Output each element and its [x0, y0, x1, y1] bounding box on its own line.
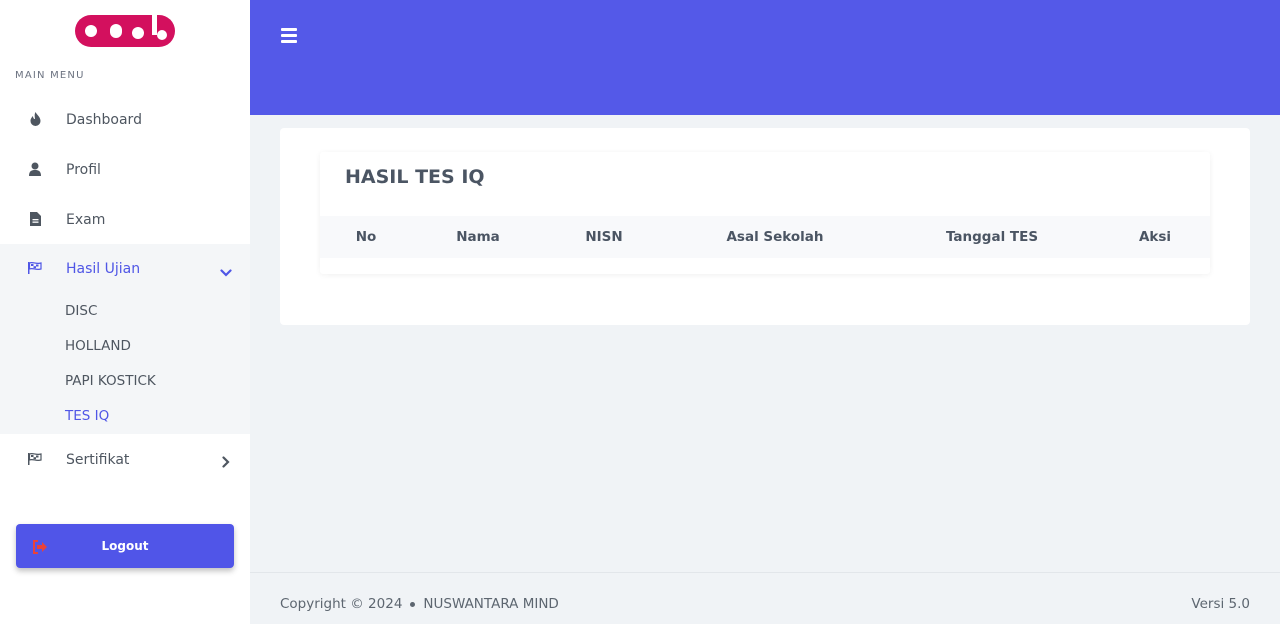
sidebar-item-label: Hasil Ujian: [66, 261, 141, 277]
column-header-no[interactable]: No: [356, 229, 377, 245]
submenu-item-holland[interactable]: HOLLAND: [65, 338, 131, 354]
footer-copyright: Copyright © 2024 NUSWANTARA MIND: [280, 596, 559, 612]
submenu-item-disc[interactable]: DISC: [65, 303, 97, 319]
column-header-nama[interactable]: Nama: [456, 229, 500, 245]
separator-dot: [410, 601, 416, 607]
page-title: HASIL TES IQ: [345, 166, 485, 188]
hamburger-menu-icon[interactable]: [281, 28, 297, 43]
logout-label: Logout: [101, 539, 149, 553]
company-name: NUSWANTARA MIND: [423, 596, 559, 612]
sidebar-item-dashboard[interactable]: Dashboard: [0, 95, 250, 145]
sidebar-item-label: Dashboard: [66, 112, 142, 128]
sidebar-item-sertifikat[interactable]: Sertifikat: [0, 435, 250, 485]
file-icon: [28, 211, 42, 227]
flag-checkered-icon: [28, 260, 42, 276]
submenu-item-tes-iq[interactable]: TES IQ: [65, 408, 109, 424]
odas-logo[interactable]: [74, 13, 176, 49]
submenu-item-papi-kostick[interactable]: PAPI KOSTICK: [65, 373, 156, 389]
logout-button[interactable]: Logout: [16, 524, 234, 568]
column-header-asal-sekolah[interactable]: Asal Sekolah: [726, 229, 823, 245]
chevron-down-icon: [220, 262, 232, 277]
sidebar-item-label: Exam: [66, 212, 106, 228]
top-header: [250, 0, 1280, 115]
sidebar-item-label: Profil: [66, 162, 101, 178]
table-header: No Nama NISN Asal Sekolah Tanggal TES Ak…: [320, 216, 1210, 258]
column-header-nisn[interactable]: NISN: [585, 229, 622, 245]
sidebar-item-profil[interactable]: Profil: [0, 145, 250, 195]
column-header-aksi[interactable]: Aksi: [1139, 229, 1171, 245]
fire-icon: [28, 111, 42, 127]
submenu-hasil-ujian: Hasil Ujian DISC HOLLAND PAPI KOSTICK TE…: [0, 244, 250, 434]
flag-checkered-icon: [28, 451, 42, 467]
content-card: HASIL TES IQ No Nama NISN Asal Sekolah T…: [280, 128, 1250, 325]
version-label: Versi 5.0: [1191, 596, 1250, 612]
chevron-right-icon: [220, 453, 232, 468]
user-icon: [28, 161, 42, 177]
sidebar-item-hasil-ujian[interactable]: Hasil Ujian: [0, 244, 250, 294]
sign-out-icon: [32, 539, 48, 554]
menu-caption: MAIN MENU: [15, 70, 85, 81]
sidebar-item-label: Sertifikat: [66, 452, 130, 468]
sidebar: MAIN MENU Dashboard Profil Exam Hasil Uj…: [0, 0, 250, 624]
sidebar-item-exam[interactable]: Exam: [0, 195, 250, 245]
column-header-tanggal-tes[interactable]: Tanggal TES: [946, 229, 1038, 245]
copyright-text: Copyright © 2024: [280, 596, 403, 612]
footer: Copyright © 2024 NUSWANTARA MIND Versi 5.…: [250, 572, 1280, 624]
table-panel: HASIL TES IQ No Nama NISN Asal Sekolah T…: [320, 152, 1210, 274]
